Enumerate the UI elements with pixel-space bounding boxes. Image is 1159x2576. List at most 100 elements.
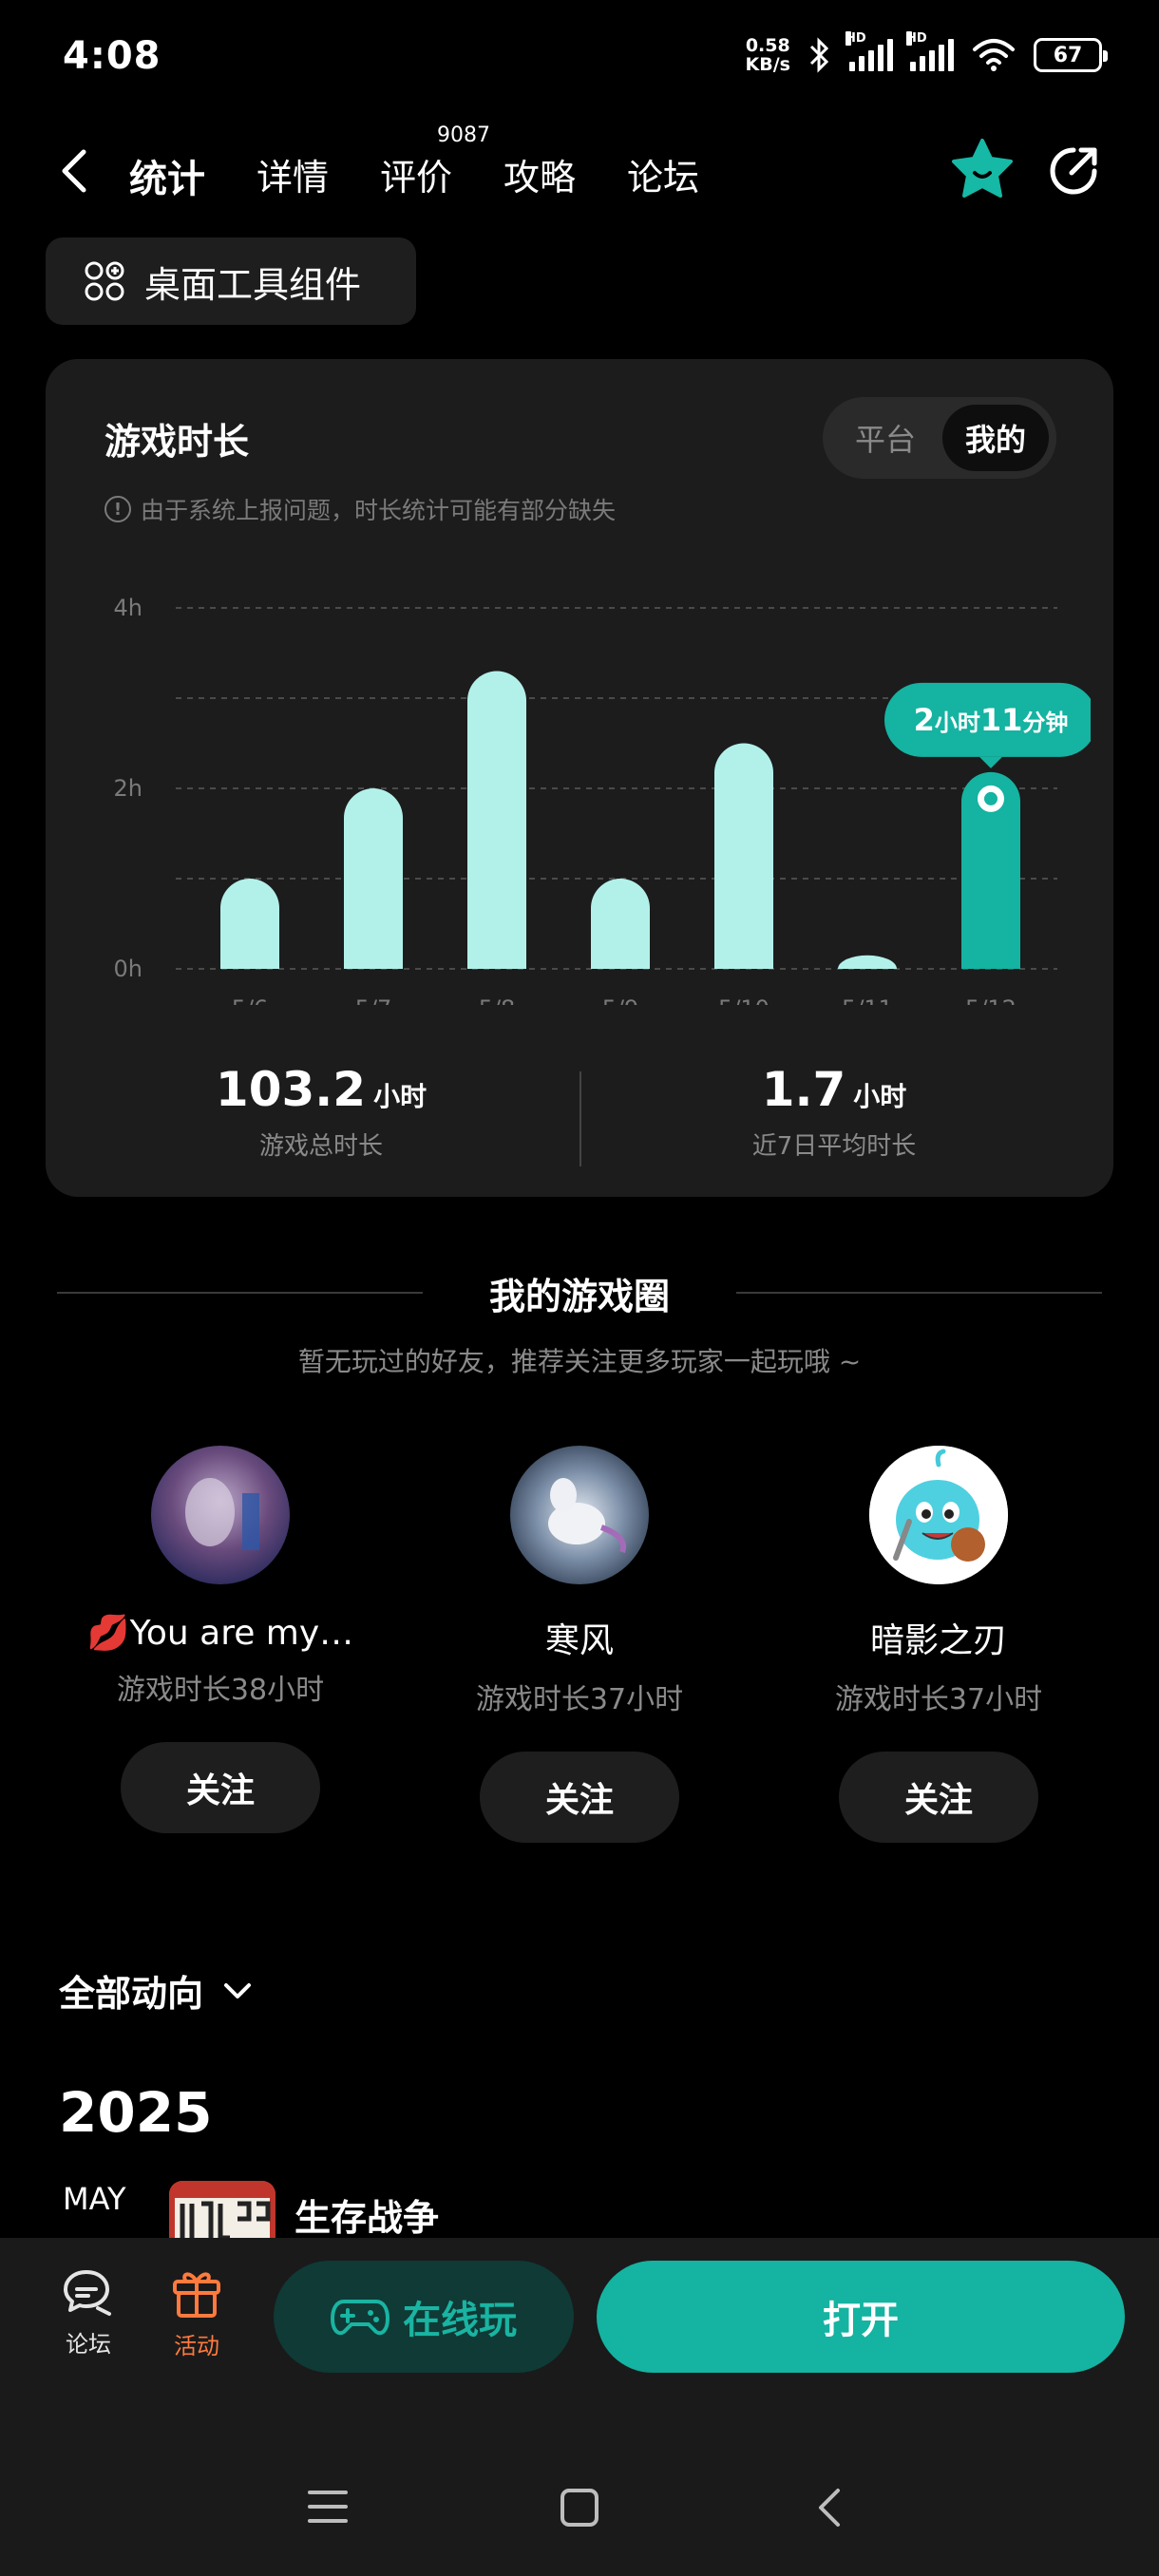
home-icon[interactable]: [557, 2485, 602, 2530]
bluetooth-icon: [808, 37, 832, 73]
avg-time-label: 近7日平均时长: [751, 1132, 917, 1161]
status-bar: 4:08 0.58 KB/s HD HD 67: [0, 0, 1159, 114]
avg-time-stat: 1.7 小时 近7日平均时长: [597, 1062, 1072, 1162]
gamepad-icon: [331, 2300, 390, 2336]
tab-bar: 统计 详情 评价 9087 攻略 论坛: [125, 123, 699, 211]
toggle-mine[interactable]: 我的: [942, 405, 1049, 471]
forum-chat-icon: [64, 2270, 111, 2316]
tooltip-pointer: [979, 756, 1002, 768]
net-speed-value: 0.58: [745, 35, 790, 56]
x-tick-label: 5/8: [479, 995, 516, 1005]
y-tick-label: 4h: [114, 595, 142, 621]
toggle-platform[interactable]: 平台: [832, 405, 939, 471]
tab-forum[interactable]: 论坛: [627, 141, 699, 203]
top-nav: 统计 详情 评价 9087 攻略 论坛: [0, 123, 1159, 218]
x-tick-label: 5/7: [355, 995, 392, 1005]
tab-details[interactable]: 详情: [256, 141, 329, 203]
gift-icon: [173, 2272, 220, 2318]
activity-filter-dropdown[interactable]: 全部动向: [59, 1964, 255, 2017]
tab-stats-label: 统计: [129, 158, 205, 201]
chart-bar: [344, 788, 403, 969]
forum-button[interactable]: 论坛: [46, 2266, 131, 2358]
total-time-unit: 小时: [373, 1081, 428, 1112]
play-online-label: 在线玩: [403, 2299, 517, 2342]
tab-reviews[interactable]: 评价 9087: [380, 123, 490, 203]
x-tick-label: 5/11: [842, 995, 893, 1005]
net-speed-unit: KB/s: [745, 54, 790, 75]
friend-name: 暗影之刃: [869, 1621, 1007, 1660]
open-game-button[interactable]: 打开: [597, 2261, 1125, 2373]
divider-line-right: [736, 1292, 1102, 1294]
stat-divider: [580, 1071, 581, 1166]
lips-icon: 💋: [86, 1614, 130, 1653]
chevron-down-icon: [224, 1982, 252, 1998]
menu-icon[interactable]: [304, 2485, 352, 2529]
data-notice: ! 由于系统上报问题，时长统计可能有部分缺失: [104, 492, 616, 526]
friend-name: 💋You are my…: [40, 1613, 401, 1653]
play-time-card: 游戏时长 平台 我的 ! 由于系统上报问题，时长统计可能有部分缺失 0h 2h 4h…: [46, 359, 1113, 1197]
follow-button[interactable]: 关注: [480, 1752, 679, 1843]
notice-text: 由于系统上报问题，时长统计可能有部分缺失: [141, 497, 617, 524]
tab-guides[interactable]: 攻略: [504, 141, 576, 203]
play-time-chart: 0h2h4h5/65/75/85/95/105/115/122小时11分钟: [114, 595, 1091, 1005]
follow-button[interactable]: 关注: [839, 1752, 1038, 1843]
tab-reviews-label: 评价: [380, 157, 453, 199]
x-tick-label: 5/6: [232, 995, 269, 1005]
signal-2-icon: HD: [906, 31, 954, 71]
favorite-star-icon[interactable]: [950, 137, 1015, 201]
friend-play-time: 游戏时长37小时: [475, 1683, 684, 1716]
play-online-button[interactable]: 在线玩: [274, 2261, 574, 2373]
share-icon[interactable]: [1045, 142, 1102, 199]
game-circle-subtitle: 暂无玩过的好友，推荐关注更多玩家一起玩哦 ~: [297, 1346, 862, 1377]
timeline-year: 2025: [59, 2080, 213, 2145]
friend-name: 寒风: [544, 1621, 614, 1660]
game-circle-header: 我的游戏圈: [57, 1263, 1102, 1320]
system-navigation: [0, 2470, 1159, 2546]
friend-card: 💋You are my… 游戏时长38小时 关注: [40, 1446, 401, 1833]
forum-label: 论坛: [66, 2331, 111, 2358]
bottom-action-bar: 论坛 活动 在线玩 打开: [0, 2238, 1159, 2576]
wifi-icon: [971, 38, 1016, 72]
friend-card: 暗影之刃 游戏时长37小时 关注: [758, 1446, 1119, 1843]
y-tick-label: 0h: [114, 956, 142, 982]
x-tick-label: 5/10: [718, 995, 770, 1005]
follow-button[interactable]: 关注: [121, 1742, 320, 1833]
chart-bar: [714, 743, 773, 969]
widget-grid-icon: [85, 261, 124, 301]
platform-mine-toggle: 平台 我的: [823, 397, 1056, 479]
desktop-widget-button[interactable]: 桌面工具组件: [46, 237, 416, 325]
battery-icon: 67: [1034, 38, 1108, 72]
friend-suggestions: 💋You are my… 游戏时长38小时 关注 寒风 游戏时长37小时 关注: [0, 1446, 1159, 1845]
summary-stats: 103.2 小时 游戏总时长 1.7 小时 近7日平均时长: [46, 1062, 1113, 1176]
total-time-stat: 103.2 小时 游戏总时长: [84, 1062, 559, 1162]
chart-bar: [838, 955, 897, 969]
chart-bar: [467, 671, 526, 969]
chart-bar: [591, 879, 650, 969]
friend-name-text: You are my…: [129, 1614, 354, 1653]
status-icons: 0.58 KB/s HD HD 67: [745, 31, 1108, 75]
avatar[interactable]: [510, 1446, 649, 1584]
info-icon: !: [104, 496, 131, 522]
tab-guides-label: 攻略: [504, 157, 577, 199]
friend-card: 寒风 游戏时长37小时 关注: [399, 1446, 760, 1843]
total-time-label: 游戏总时长: [258, 1132, 383, 1161]
y-tick-label: 2h: [114, 775, 142, 802]
event-button[interactable]: 活动: [154, 2266, 239, 2360]
x-tick-label: 5/9: [602, 995, 639, 1005]
card-title: 游戏时长: [104, 421, 250, 463]
tab-stats[interactable]: 统计: [125, 141, 209, 211]
friend-play-time: 游戏时长38小时: [116, 1674, 325, 1707]
back-nav-icon[interactable]: [811, 2485, 849, 2530]
hd-label: HD: [846, 31, 866, 46]
timeline-month: MAY: [63, 2181, 126, 2217]
event-label: 活动: [174, 2333, 219, 2359]
back-arrow-icon[interactable]: [55, 146, 97, 196]
avg-time-unit: 小时: [853, 1081, 907, 1112]
x-tick-label: 5/12: [965, 995, 1016, 1005]
avatar[interactable]: [869, 1446, 1008, 1584]
avg-time-value: 1.7: [761, 1062, 846, 1117]
hd-label: HD: [906, 31, 927, 46]
avatar[interactable]: [151, 1446, 290, 1584]
friend-play-time: 游戏时长37小时: [834, 1683, 1043, 1716]
game-thumbnail[interactable]: [169, 2181, 276, 2238]
